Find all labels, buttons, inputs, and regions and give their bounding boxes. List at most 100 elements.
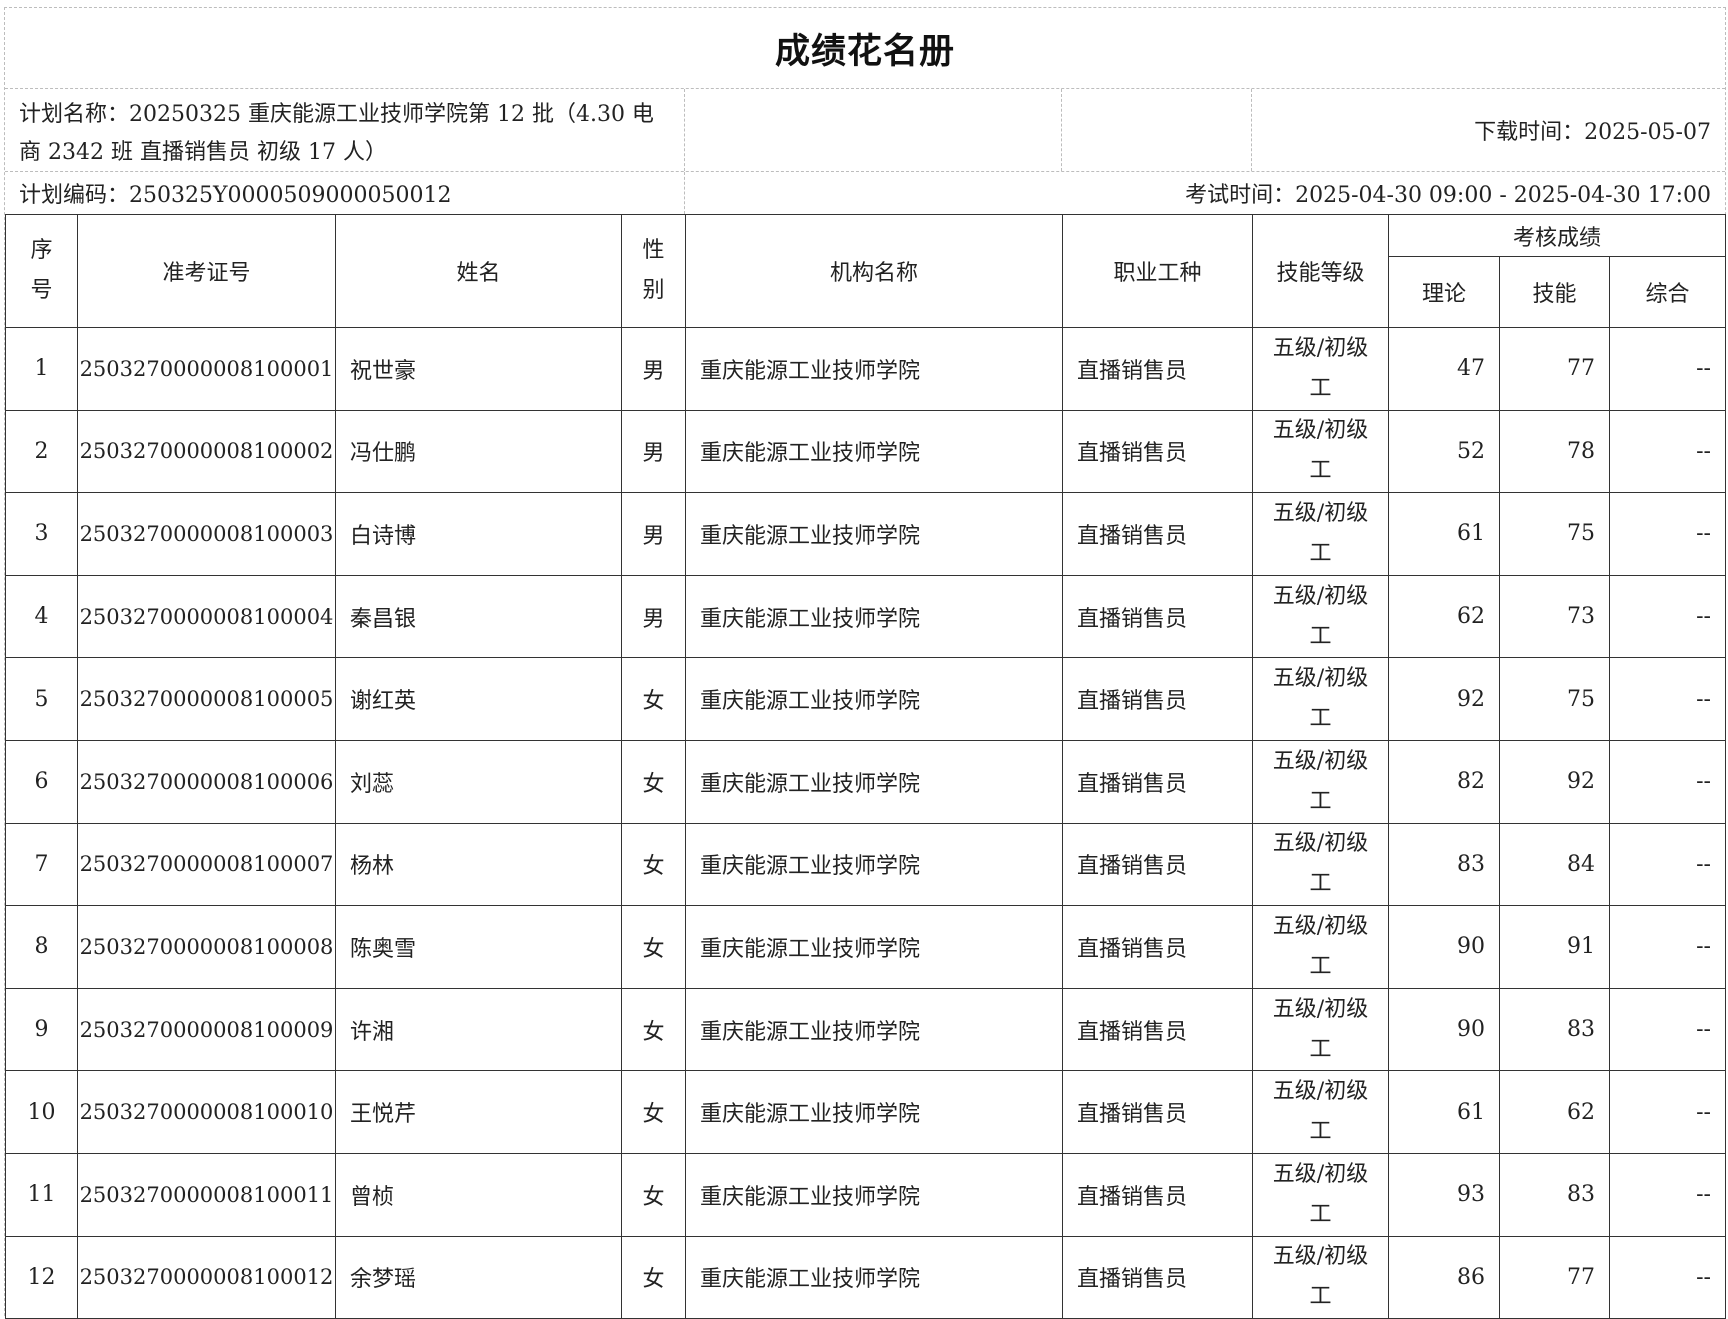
cell-theory: 90 [1388, 905, 1500, 989]
cell-overall: -- [1609, 1070, 1726, 1154]
cell-occupation: 直播销售员 [1062, 574, 1253, 659]
cell-gender: 女 [621, 739, 686, 824]
level-line-1: 五级/初级 [1272, 831, 1369, 857]
cell-occupation: 直播销售员 [1062, 1070, 1253, 1154]
cell-org: 重庆能源工业技师学院 [685, 657, 1063, 741]
cell-ticket: 2503270000008100002 [77, 409, 336, 494]
cell-index: 8 [5, 905, 78, 989]
cell-skill: 73 [1499, 574, 1610, 659]
cell-org: 重庆能源工业技师学院 [685, 905, 1063, 989]
cell-theory: 93 [1388, 1152, 1500, 1237]
cell-ticket: 2503270000008100006 [77, 739, 336, 824]
cell-theory: 61 [1388, 1070, 1500, 1154]
cell-org: 重庆能源工业技师学院 [685, 739, 1063, 824]
cell-level: 五级/初级工 [1252, 574, 1389, 659]
cell-org: 重庆能源工业技师学院 [685, 987, 1063, 1072]
column-header-theory: 理论 [1388, 256, 1500, 328]
cell-level: 五级/初级工 [1252, 409, 1389, 494]
cell-level: 五级/初级工 [1252, 987, 1389, 1072]
download-time: 下载时间：2025-05-07 [1474, 120, 1711, 145]
cell-name: 秦昌银 [335, 574, 622, 659]
cell-gender: 男 [621, 492, 686, 576]
level-line-2: 工 [1309, 1284, 1332, 1310]
cell-gender: 女 [621, 1235, 686, 1319]
table-row: 6 2503270000008100006 刘蕊女重庆能源工业技师学院 直播销售员 五级… [5, 739, 1726, 824]
level-line-2: 工 [1309, 540, 1332, 566]
cell-gender: 女 [621, 822, 686, 907]
level-line-2: 工 [1309, 706, 1332, 732]
plan-name-cell: 计划名称：20250325 重庆能源工业技师学院第 12 批（4.30 电 商 … [5, 89, 685, 171]
cell-name: 祝世豪 [335, 327, 622, 411]
level-line-1: 五级/初级 [1272, 500, 1369, 526]
cell-index: 9 [5, 987, 78, 1072]
cell-occupation: 直播销售员 [1062, 1235, 1253, 1319]
cell-overall: -- [1609, 905, 1726, 989]
column-header-org: 机构名称 [685, 214, 1063, 328]
title-row: 成绩花名册 [5, 8, 1725, 89]
cell-name: 曾桢 [335, 1152, 622, 1237]
exam-time: 考试时间：2025-04-30 09:00 - 2025-04-30 17:00 [1185, 183, 1711, 208]
cell-overall: -- [1609, 492, 1726, 576]
cell-index: 11 [5, 1152, 78, 1237]
table-row: 3 2503270000008100003 白诗博男重庆能源工业技师学院 直播销售员五… [5, 492, 1726, 576]
cell-theory: 92 [1388, 657, 1500, 741]
level-line-2: 工 [1309, 788, 1332, 814]
blank-cell [1062, 89, 1252, 171]
level-line-1: 五级/初级 [1272, 335, 1369, 361]
cell-skill: 75 [1499, 492, 1610, 576]
cell-name: 王悦芹 [335, 1070, 622, 1154]
header-text: 性 [642, 238, 665, 263]
exam-time-cell: 考试时间：2025-04-30 09:00 - 2025-04-30 17:00 [685, 172, 1725, 214]
level-line-2: 工 [1309, 1201, 1332, 1227]
cell-overall: -- [1609, 327, 1726, 411]
cell-theory: 86 [1388, 1235, 1500, 1319]
cell-occupation: 直播销售员 [1062, 327, 1253, 411]
level-line-2: 工 [1309, 1119, 1332, 1145]
cell-overall: -- [1609, 739, 1726, 824]
cell-theory: 82 [1388, 739, 1500, 824]
cell-org: 重庆能源工业技师学院 [685, 409, 1063, 494]
cell-index: 3 [5, 492, 78, 576]
header-text: 序 [30, 238, 53, 263]
cell-occupation: 直播销售员 [1062, 657, 1253, 741]
cell-org: 重庆能源工业技师学院 [685, 1235, 1063, 1319]
column-header-occupation: 职业工种 [1062, 214, 1253, 328]
column-header-index: 序 号 [5, 214, 78, 328]
header-text: 号 [30, 278, 53, 303]
cell-skill: 78 [1499, 409, 1610, 494]
cell-org: 重庆能源工业技师学院 [685, 574, 1063, 659]
cell-gender: 女 [621, 657, 686, 741]
cell-level: 五级/初级工 [1252, 905, 1389, 989]
table-row: 9 2503270000008100009 许湘女重庆能源工业技师学院 直播销售员 五级… [5, 987, 1726, 1072]
cell-overall: -- [1609, 987, 1726, 1072]
column-header-score-group: 考核成绩 [1388, 214, 1726, 257]
table-row: 12 2503270000008100012 余梦瑶女重庆能源工业技师学院 直播销售员… [5, 1235, 1726, 1319]
cell-index: 5 [5, 657, 78, 741]
cell-theory: 62 [1388, 574, 1500, 659]
cell-theory: 52 [1388, 409, 1500, 494]
cell-ticket: 2503270000008100008 [77, 905, 336, 989]
level-line-2: 工 [1309, 1036, 1332, 1062]
cell-level: 五级/初级工 [1252, 1152, 1389, 1237]
cell-index: 12 [5, 1235, 78, 1319]
level-line-1: 五级/初级 [1272, 1079, 1369, 1105]
level-line-2: 工 [1309, 375, 1332, 401]
cell-theory: 61 [1388, 492, 1500, 576]
cell-skill: 84 [1499, 822, 1610, 907]
cell-ticket: 2503270000008100003 [77, 492, 336, 576]
cell-skill: 83 [1499, 987, 1610, 1072]
cell-name: 杨林 [335, 822, 622, 907]
cell-overall: -- [1609, 1152, 1726, 1237]
roster-sheet: 成绩花名册 计划名称：20250325 重庆能源工业技师学院第 12 批（4.3… [4, 7, 1726, 1319]
level-line-1: 五级/初级 [1272, 913, 1369, 939]
cell-gender: 女 [621, 987, 686, 1072]
download-time-cell: 下载时间：2025-05-07 [1252, 89, 1725, 171]
table-row: 2 2503270000008100002 冯仕鹏男重庆能源工业技师学院 直播销售员五… [5, 409, 1726, 494]
cell-index: 2 [5, 409, 78, 494]
cell-overall: -- [1609, 574, 1726, 659]
plan-name-line-1: 计划名称：20250325 重庆能源工业技师学院第 12 批（4.30 电 [19, 102, 654, 127]
cell-level: 五级/初级工 [1252, 1070, 1389, 1154]
column-header-ticket: 准考证号 [77, 214, 336, 328]
plan-code-cell: 计划编码：250325Y0000509000050012 [5, 172, 685, 214]
column-header-skill: 技能 [1499, 256, 1610, 328]
